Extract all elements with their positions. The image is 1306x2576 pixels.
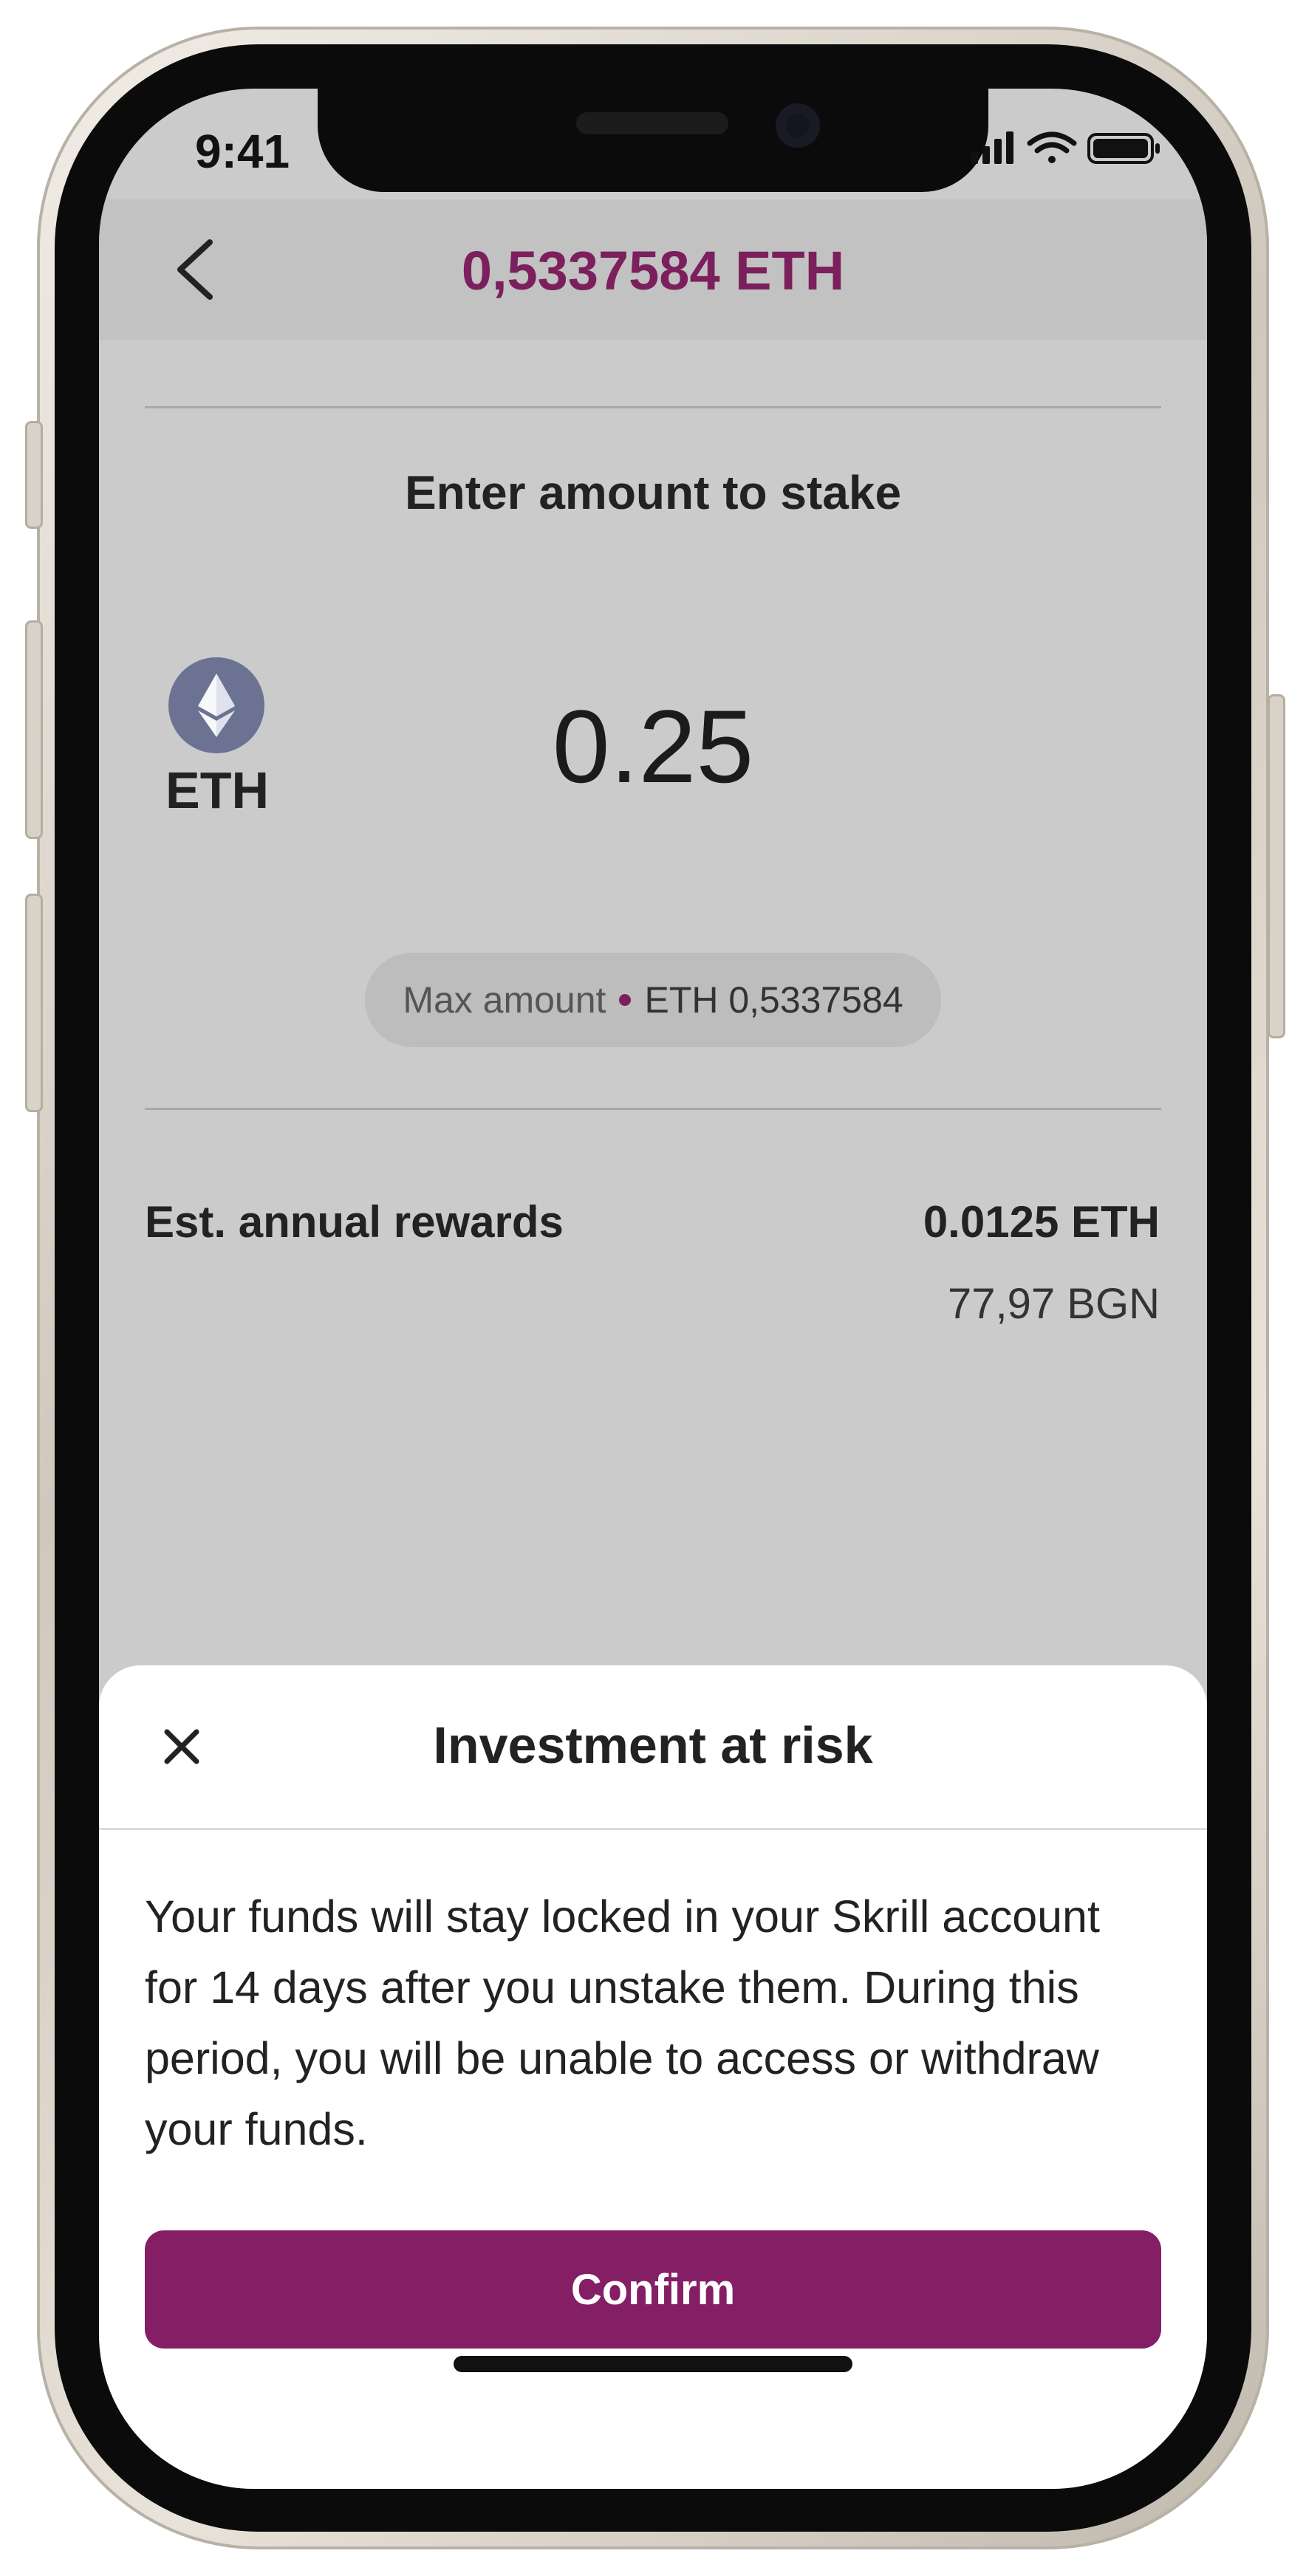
notch bbox=[318, 89, 988, 192]
max-amount-label: Max amount bbox=[403, 979, 606, 1021]
rewards-label: Est. annual rewards bbox=[145, 1197, 564, 1247]
screen: 9:41 0,5337584 ETH Enter amount to stake bbox=[99, 89, 1207, 2489]
rewards-eth-value: 0.0125 ETH bbox=[923, 1197, 1160, 1247]
device-power-button bbox=[1268, 694, 1285, 1038]
confirm-button[interactable]: Confirm bbox=[145, 2230, 1161, 2349]
stake-prompt: Enter amount to stake bbox=[404, 466, 902, 519]
amount-input[interactable]: 0.25 bbox=[99, 687, 1207, 806]
device-silent-switch bbox=[25, 421, 43, 529]
earpiece-speaker bbox=[576, 112, 728, 134]
sheet-divider bbox=[99, 1828, 1207, 1830]
sheet-message: Your funds will stay locked in your Skri… bbox=[145, 1891, 1100, 2154]
device-volume-down bbox=[25, 894, 43, 1112]
divider bbox=[145, 406, 1161, 408]
max-amount-button[interactable]: Max amount ETH 0,5337584 bbox=[365, 953, 941, 1047]
signal-icon bbox=[971, 131, 1013, 164]
device-volume-up bbox=[25, 620, 43, 839]
max-amount-value: ETH 0,5337584 bbox=[644, 979, 903, 1021]
rewards-fiat-value: 77,97 BGN bbox=[948, 1280, 1160, 1328]
home-indicator[interactable] bbox=[454, 2356, 852, 2372]
status-icons bbox=[971, 131, 1160, 164]
divider bbox=[145, 1108, 1161, 1110]
page-title: 0,5337584 ETH bbox=[461, 240, 845, 301]
battery-icon bbox=[1087, 133, 1160, 164]
sheet-title: Investment at risk bbox=[433, 1716, 873, 1774]
status-time: 9:41 bbox=[195, 125, 290, 178]
app-header: 0,5337584 ETH bbox=[99, 199, 1207, 340]
wifi-icon bbox=[1027, 131, 1077, 163]
separator-dot bbox=[619, 994, 632, 1006]
front-camera bbox=[776, 103, 820, 148]
